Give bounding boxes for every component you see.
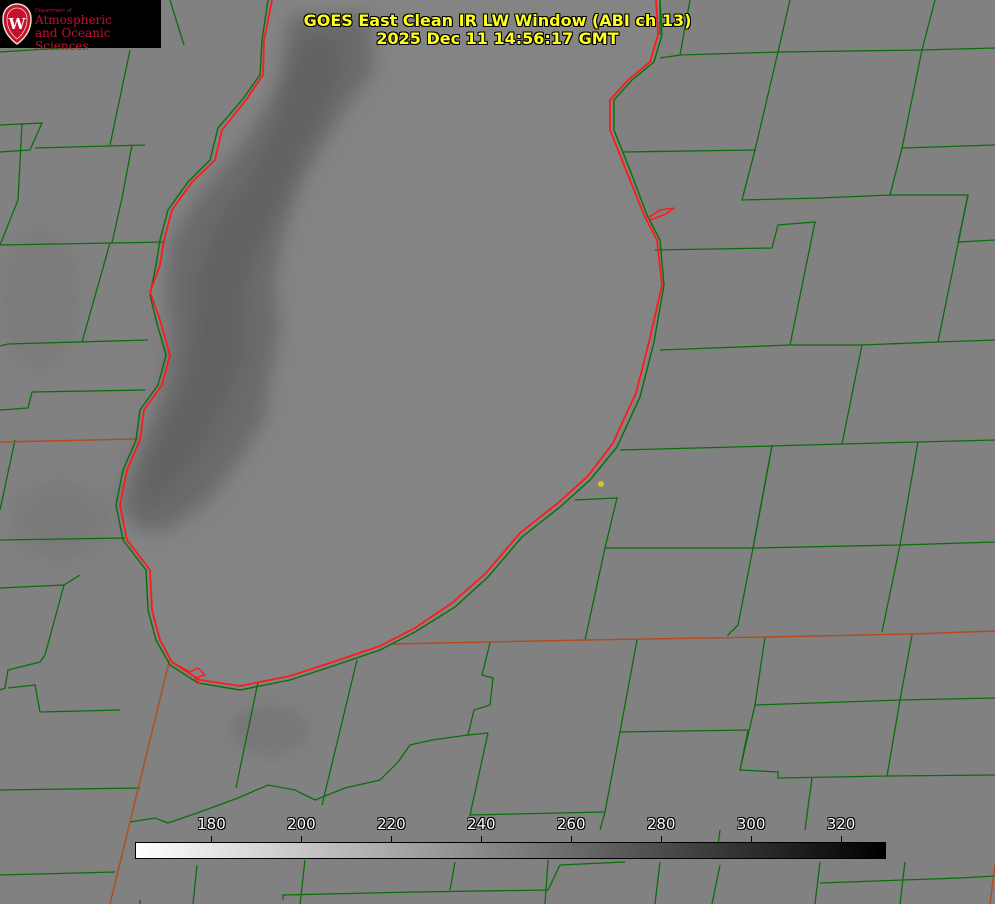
colorbar-tick-label: 220 bbox=[377, 815, 406, 833]
image-timestamp: 2025 Dec 11 14:56:17 GMT bbox=[376, 29, 619, 48]
image-title: GOES East Clean IR LW Window (ABI ch 13) bbox=[303, 11, 692, 30]
colorbar-tick-label: 240 bbox=[466, 815, 496, 833]
colorbar-tick-mark bbox=[391, 836, 393, 842]
colorbar-tick-mark bbox=[661, 836, 663, 842]
colorbar-tick-label: 300 bbox=[736, 815, 766, 833]
colorbar-tick-label: 280 bbox=[646, 815, 676, 833]
colorbar-tick-label: 260 bbox=[556, 815, 586, 833]
colorbar-tick-label: 200 bbox=[287, 815, 316, 833]
colorbar-tick-mark bbox=[301, 836, 303, 842]
colorbar-tick-label: 180 bbox=[197, 815, 226, 833]
colorbar-tick-mark bbox=[481, 836, 483, 842]
satellite-image-view: W Department of Atmospheric and Oceanic … bbox=[0, 0, 995, 904]
colorbar-tick-label: 320 bbox=[826, 815, 856, 833]
temperature-colorbar bbox=[135, 842, 886, 859]
colorbar-tick-mark bbox=[571, 836, 573, 842]
colorbar-tick-mark bbox=[841, 836, 843, 842]
location-dot-icon bbox=[598, 481, 604, 487]
colorbar-tick-mark bbox=[751, 836, 753, 842]
map-canvas bbox=[0, 0, 995, 904]
colorbar-tick-mark bbox=[211, 836, 213, 842]
